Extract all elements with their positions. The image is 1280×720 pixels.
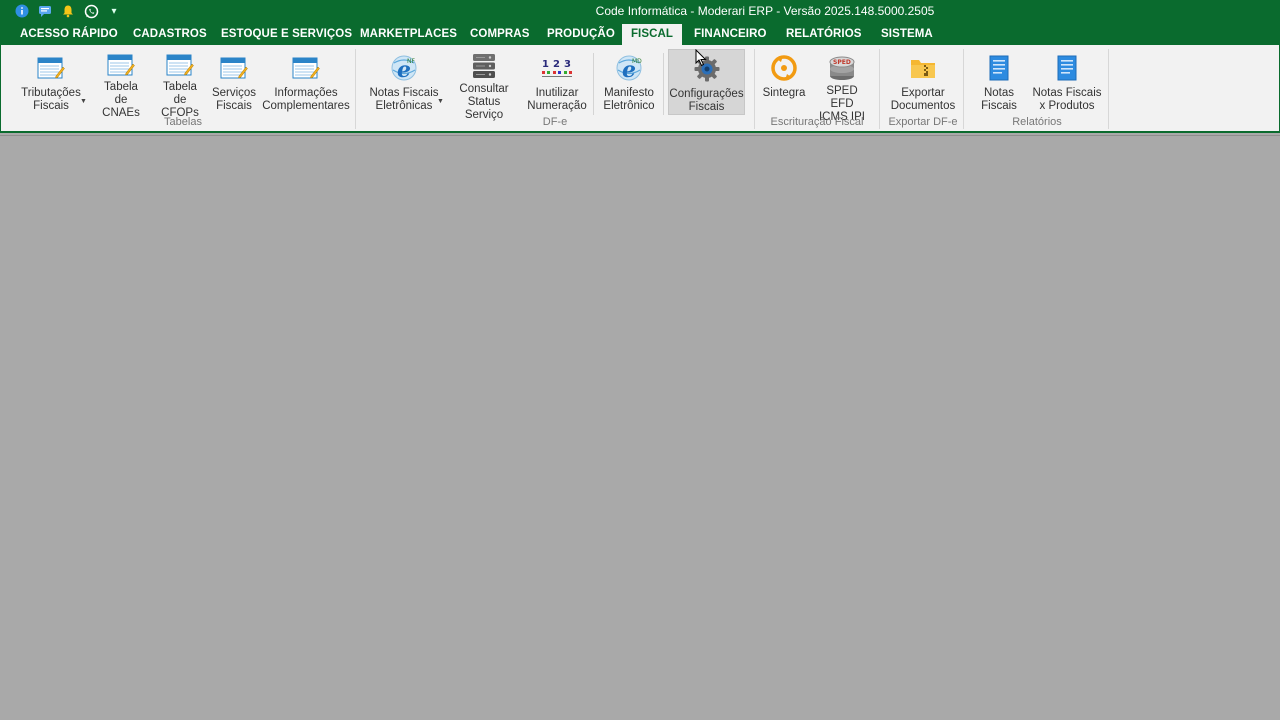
tab-producao[interactable]: PRODUÇÃO — [547, 23, 615, 45]
table-edit-icon — [218, 52, 250, 84]
svg-text:2: 2 — [553, 59, 560, 70]
numbering-icon: 123 — [541, 52, 573, 84]
manifesto-eletronico-label: Manifesto Eletrônico — [603, 87, 655, 112]
servicos-fiscais-label: Serviços Fiscais — [211, 87, 257, 112]
tabela-cnaes-button[interactable]: Tabela de CNAEs — [95, 49, 147, 119]
chevron-down-icon: ▼ — [437, 98, 444, 105]
title-bar: ▾ Code Informática - Moderari ERP - Vers… — [0, 0, 1280, 23]
sped-efd-icms-ipi-button[interactable]: SPED SPED EFD ICMS IPI — [815, 49, 869, 123]
group-separator — [879, 49, 880, 129]
tab-marketplaces[interactable]: MARKETPLACES — [360, 23, 457, 45]
sintegra-label: Sintegra — [762, 87, 806, 99]
notas-fiscais-eletronicas-label: Notas Fiscais Eletrônicas — [369, 87, 439, 112]
notas-fiscais-x-produtos-label: Notas Fiscais x Produtos — [1032, 87, 1102, 112]
notas-fiscais-report-label: Notas Fiscais — [981, 87, 1017, 112]
tab-cadastros[interactable]: CADASTROS — [133, 23, 207, 45]
group-label-escrituracao-fiscal: Escrituração Fiscal — [770, 116, 864, 128]
sped-icon: SPED — [826, 52, 858, 82]
group-separator — [1108, 49, 1109, 129]
nfe-icon: e MD — [613, 52, 645, 84]
exportar-documentos-label: Exportar Documentos — [890, 87, 956, 112]
inutilizar-numeracao-button[interactable]: 123 Inutilizar Numeração — [527, 49, 587, 115]
group-separator — [754, 49, 755, 129]
table-edit-icon — [164, 52, 196, 78]
notas-fiscais-eletronicas-button[interactable]: e NF Notas Fiscais Eletrônicas ▼ — [366, 49, 444, 115]
tab-acesso-rapido[interactable]: ACESSO RÁPIDO — [20, 23, 118, 45]
tributacoes-fiscais-label: Tributações Fiscais — [21, 87, 81, 112]
tab-sistema[interactable]: SISTEMA — [881, 23, 933, 45]
inutilizar-numeracao-label: Inutilizar Numeração — [527, 87, 587, 112]
group-separator — [963, 49, 964, 129]
tab-compras[interactable]: COMPRAS — [470, 23, 529, 45]
nfe-icon: e NF — [388, 52, 420, 84]
table-edit-icon — [105, 52, 137, 78]
manifesto-eletronico-button[interactable]: e MD Manifesto Eletrônico — [599, 49, 659, 115]
ribbon: Tributações Fiscais ▼ Tabela de CNAEs Ta… — [0, 45, 1280, 133]
tabela-cfops-label: Tabela de CFOPs — [161, 81, 199, 119]
sintegra-icon — [768, 52, 800, 84]
informacoes-complementares-label: Informações Complementares — [262, 87, 350, 112]
tabela-cfops-button[interactable]: Tabela de CFOPs — [154, 49, 206, 119]
group-label-exportar-dfe: Exportar DF-e — [888, 116, 958, 128]
sintegra-button[interactable]: Sintegra — [759, 49, 809, 115]
menu-tab-bar: ACESSO RÁPIDO CADASTROS ESTOQUE E SERVIÇ… — [0, 23, 1280, 45]
button-separator — [663, 53, 664, 115]
svg-text:3: 3 — [564, 59, 571, 70]
tab-estoque-e-servicos[interactable]: ESTOQUE E SERVIÇOS — [221, 23, 352, 45]
report-icon — [1051, 52, 1083, 84]
button-separator — [593, 53, 594, 115]
group-separator — [355, 49, 356, 129]
group-label-dfe: DF-e — [542, 116, 568, 128]
notas-fiscais-x-produtos-button[interactable]: Notas Fiscais x Produtos — [1031, 49, 1103, 115]
table-edit-icon — [290, 52, 322, 84]
svg-text:1: 1 — [542, 59, 549, 70]
folder-zip-icon — [907, 52, 939, 84]
table-edit-icon — [35, 52, 67, 84]
tributacoes-fiscais-button[interactable]: Tributações Fiscais ▼ — [18, 49, 87, 115]
group-label-tabelas: Tabelas — [164, 116, 202, 128]
tabela-cnaes-label: Tabela de CNAEs — [102, 81, 140, 119]
tab-fiscal[interactable]: FISCAL — [622, 24, 682, 45]
mouse-cursor-icon — [695, 49, 707, 67]
chevron-down-icon: ▼ — [80, 98, 87, 105]
notas-fiscais-report-button[interactable]: Notas Fiscais — [975, 49, 1023, 115]
svg-text:NF: NF — [407, 58, 415, 65]
consultar-status-servico-button[interactable]: Consultar Status Serviço — [447, 49, 521, 121]
svg-text:SPED: SPED — [833, 59, 851, 66]
svg-text:MD: MD — [632, 58, 642, 65]
mdi-workspace[interactable] — [0, 135, 1280, 720]
report-icon — [983, 52, 1015, 84]
exportar-documentos-button[interactable]: Exportar Documentos — [886, 49, 960, 115]
tab-relatorios[interactable]: RELATÓRIOS — [786, 23, 862, 45]
group-label-relatorios: Relatórios — [1012, 116, 1062, 128]
tab-financeiro[interactable]: FINANCEIRO — [694, 23, 767, 45]
informacoes-complementares-button[interactable]: Informações Complementares — [262, 49, 350, 115]
window-title: Code Informática - Moderari ERP - Versão… — [595, 4, 935, 18]
servicos-fiscais-button[interactable]: Serviços Fiscais — [210, 49, 258, 115]
server-icon — [468, 52, 500, 80]
configuracoes-fiscais-label: Configurações Fiscais — [669, 88, 744, 113]
